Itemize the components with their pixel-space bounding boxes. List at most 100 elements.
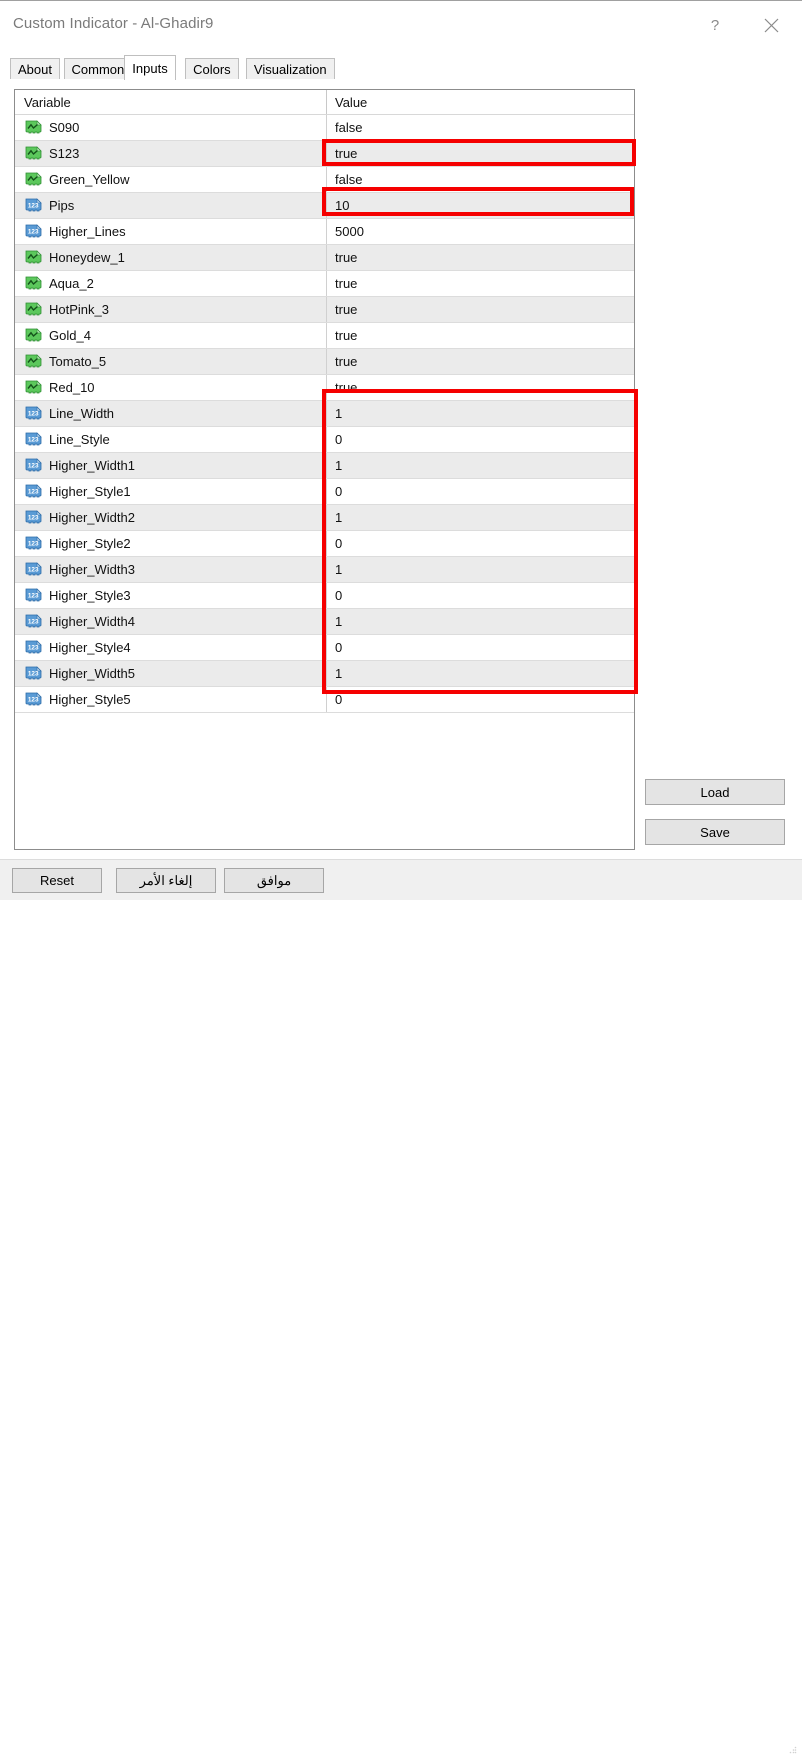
- svg-text:123: 123: [28, 437, 39, 444]
- save-button-label: Save: [700, 825, 730, 840]
- table-row[interactable]: Aqua_2true: [15, 271, 634, 297]
- cell-variable: 123Higher_Width4: [15, 609, 326, 634]
- svg-text:123: 123: [28, 229, 39, 236]
- variable-value: true: [335, 303, 357, 316]
- bool-chart-icon: [25, 354, 42, 369]
- table-row[interactable]: 123 Higher_Style2 0: [15, 531, 634, 557]
- table-row[interactable]: S123true: [15, 141, 634, 167]
- svg-text:123: 123: [28, 541, 39, 548]
- header-cell-value: Value: [327, 90, 634, 114]
- table-row[interactable]: 123Higher_Width11: [15, 453, 634, 479]
- cell-value[interactable]: 1: [327, 505, 634, 530]
- table-row[interactable]: 123Higher_Style30: [15, 583, 634, 609]
- variable-name: Green_Yellow: [49, 173, 129, 186]
- cell-variable: 123 Line_Style: [15, 427, 326, 452]
- tab-about[interactable]: About: [10, 58, 60, 79]
- tab-inputs[interactable]: Inputs: [124, 55, 175, 80]
- table-row[interactable]: 123Higher_Lines5000: [15, 219, 634, 245]
- number-123-icon: 123: [25, 614, 42, 629]
- cell-value[interactable]: 0: [327, 687, 634, 712]
- variable-value: 10: [335, 199, 349, 212]
- table-row[interactable]: 123Pips10: [15, 193, 634, 219]
- cell-value[interactable]: 10: [327, 193, 634, 218]
- cell-value[interactable]: 1: [327, 453, 634, 478]
- table-row[interactable]: Gold_4 true: [15, 323, 634, 349]
- cell-value[interactable]: true: [327, 141, 634, 166]
- variable-name: Gold_4: [49, 329, 91, 342]
- cell-value[interactable]: true: [327, 271, 634, 296]
- table-row[interactable]: Honeydew_1true: [15, 245, 634, 271]
- number-123-icon: 123: [25, 536, 42, 551]
- variable-name: Line_Width: [49, 407, 114, 420]
- cell-value[interactable]: 1: [327, 401, 634, 426]
- variable-name: Higher_Width3: [49, 563, 135, 576]
- svg-text:123: 123: [28, 645, 39, 652]
- bool-chart-icon: [25, 380, 42, 395]
- variable-name: Line_Style: [49, 433, 110, 446]
- variable-value: 1: [335, 459, 342, 472]
- cell-value[interactable]: 0: [327, 635, 634, 660]
- load-button[interactable]: Load: [645, 779, 785, 805]
- table-row[interactable]: S090false: [15, 115, 634, 141]
- table-row[interactable]: HotPink_3true: [15, 297, 634, 323]
- cell-value[interactable]: true: [327, 375, 634, 400]
- table-row[interactable]: Green_Yellow false: [15, 167, 634, 193]
- cell-value[interactable]: 5000: [327, 219, 634, 244]
- cancel-button[interactable]: إلغاء الأمر: [116, 868, 216, 893]
- cell-value[interactable]: 0: [327, 427, 634, 452]
- cell-value[interactable]: 0: [327, 583, 634, 608]
- svg-text:123: 123: [28, 463, 39, 470]
- tab-visualization[interactable]: Visualization: [246, 58, 335, 79]
- svg-text:123: 123: [28, 671, 39, 678]
- table-row[interactable]: 123Higher_Width41: [15, 609, 634, 635]
- tab-common[interactable]: Common: [64, 58, 133, 79]
- table-row[interactable]: 123Higher_Width31: [15, 557, 634, 583]
- cell-value[interactable]: 0: [327, 531, 634, 556]
- tab-colors[interactable]: Colors: [185, 58, 239, 79]
- table-row[interactable]: 123Higher_Style50: [15, 687, 634, 713]
- cell-value[interactable]: 1: [327, 661, 634, 686]
- table-row[interactable]: 123Higher_Style10: [15, 479, 634, 505]
- bool-chart-icon: [25, 276, 42, 291]
- variable-name: Red_10: [49, 381, 95, 394]
- table-row[interactable]: 123Higher_Width21: [15, 505, 634, 531]
- ok-button-label: موافق: [257, 873, 291, 889]
- variable-value: 1: [335, 667, 342, 680]
- variable-value: true: [335, 251, 357, 264]
- cell-value[interactable]: true: [327, 349, 634, 374]
- table-row[interactable]: 123Higher_Style40: [15, 635, 634, 661]
- table-row[interactable]: Tomato_5true: [15, 349, 634, 375]
- cell-value[interactable]: true: [327, 245, 634, 270]
- table-row[interactable]: Red_10 true: [15, 375, 634, 401]
- close-button[interactable]: [748, 3, 794, 48]
- help-button[interactable]: ?: [692, 3, 738, 48]
- save-button[interactable]: Save: [645, 819, 785, 845]
- question-mark-icon: ?: [711, 17, 719, 34]
- cell-value[interactable]: false: [327, 167, 634, 192]
- cell-value[interactable]: 1: [327, 557, 634, 582]
- cell-value[interactable]: false: [327, 115, 634, 140]
- table-row[interactable]: 123 Line_Style 0: [15, 427, 634, 453]
- resize-grip-icon[interactable]: [789, 1746, 797, 1754]
- cell-variable: S090: [15, 115, 326, 140]
- svg-text:123: 123: [28, 489, 39, 496]
- cell-value[interactable]: 0: [327, 479, 634, 504]
- cell-value[interactable]: true: [327, 323, 634, 348]
- variable-name: Higher_Style2: [49, 537, 131, 550]
- table-row[interactable]: 123Line_Width1: [15, 401, 634, 427]
- cell-variable: 123Higher_Width3: [15, 557, 326, 582]
- bool-chart-icon: [25, 172, 42, 187]
- number-123-icon: 123: [25, 640, 42, 655]
- tab-label: Inputs: [132, 61, 167, 76]
- variable-value: false: [335, 173, 362, 186]
- inputs-parameter-list[interactable]: Variable Value S090falseS123trueGreen_Ye…: [14, 89, 635, 850]
- reset-button[interactable]: Reset: [12, 868, 102, 893]
- cell-value[interactable]: true: [327, 297, 634, 322]
- cell-variable: Aqua_2: [15, 271, 326, 296]
- cell-value[interactable]: 1: [327, 609, 634, 634]
- ok-button[interactable]: موافق: [224, 868, 324, 893]
- variable-value: 1: [335, 407, 342, 420]
- window-title: Custom Indicator - Al-Ghadir9: [13, 15, 213, 32]
- table-row[interactable]: 123Higher_Width51: [15, 661, 634, 687]
- cell-variable: 123Higher_Width2: [15, 505, 326, 530]
